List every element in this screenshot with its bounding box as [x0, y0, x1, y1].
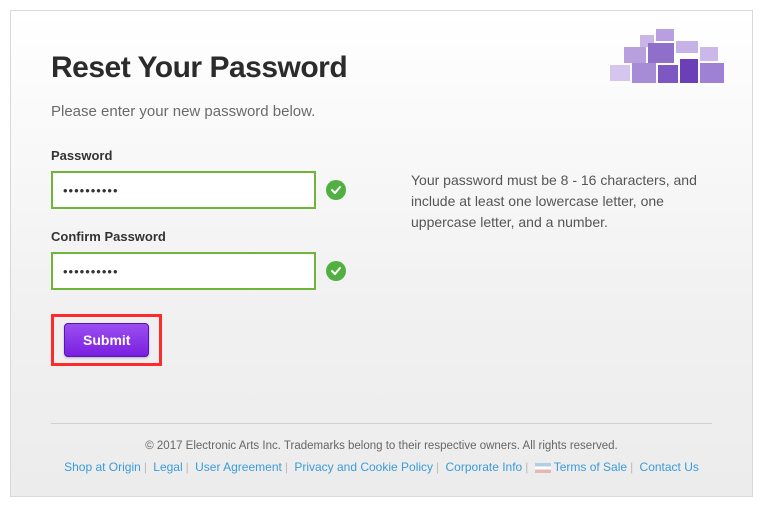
- footer-link-terms-of-sale[interactable]: Terms of Sale: [554, 460, 627, 474]
- check-circle-icon: [326, 180, 346, 200]
- footer-link-privacy[interactable]: Privacy and Cookie Policy: [294, 460, 433, 474]
- form-left-column: Password Confirm Password Submit: [51, 148, 381, 366]
- password-requirements: Your password must be 8 - 16 characters,…: [411, 148, 712, 366]
- password-label: Password: [51, 148, 381, 163]
- submit-highlight-box: Submit: [51, 314, 162, 366]
- footer-divider: [51, 423, 712, 424]
- copyright-text: © 2017 Electronic Arts Inc. Trademarks b…: [51, 440, 712, 452]
- footer-link-contact[interactable]: Contact Us: [640, 460, 699, 474]
- footer-links: Shop at Origin| Legal| User Agreement| P…: [51, 460, 712, 474]
- footer-link-legal[interactable]: Legal: [153, 460, 182, 474]
- reset-password-card: Reset Your Password Please enter your ne…: [10, 10, 753, 497]
- confirm-password-row: [51, 252, 381, 290]
- page-footer: © 2017 Electronic Arts Inc. Trademarks b…: [51, 423, 712, 474]
- footer-link-corporate[interactable]: Corporate Info: [446, 460, 523, 474]
- form-area: Password Confirm Password Submit Your pa…: [51, 148, 712, 366]
- confirm-password-input[interactable]: [51, 252, 316, 290]
- footer-link-shop[interactable]: Shop at Origin: [64, 460, 141, 474]
- check-circle-icon: [326, 261, 346, 281]
- page-subtitle: Please enter your new password below.: [51, 103, 712, 120]
- submit-button[interactable]: Submit: [64, 323, 149, 357]
- footer-link-user-agreement[interactable]: User Agreement: [195, 460, 282, 474]
- password-input[interactable]: [51, 171, 316, 209]
- confirm-password-label: Confirm Password: [51, 229, 381, 244]
- brand-logo: [610, 29, 730, 89]
- password-row: [51, 171, 381, 209]
- flag-icon: [535, 463, 551, 473]
